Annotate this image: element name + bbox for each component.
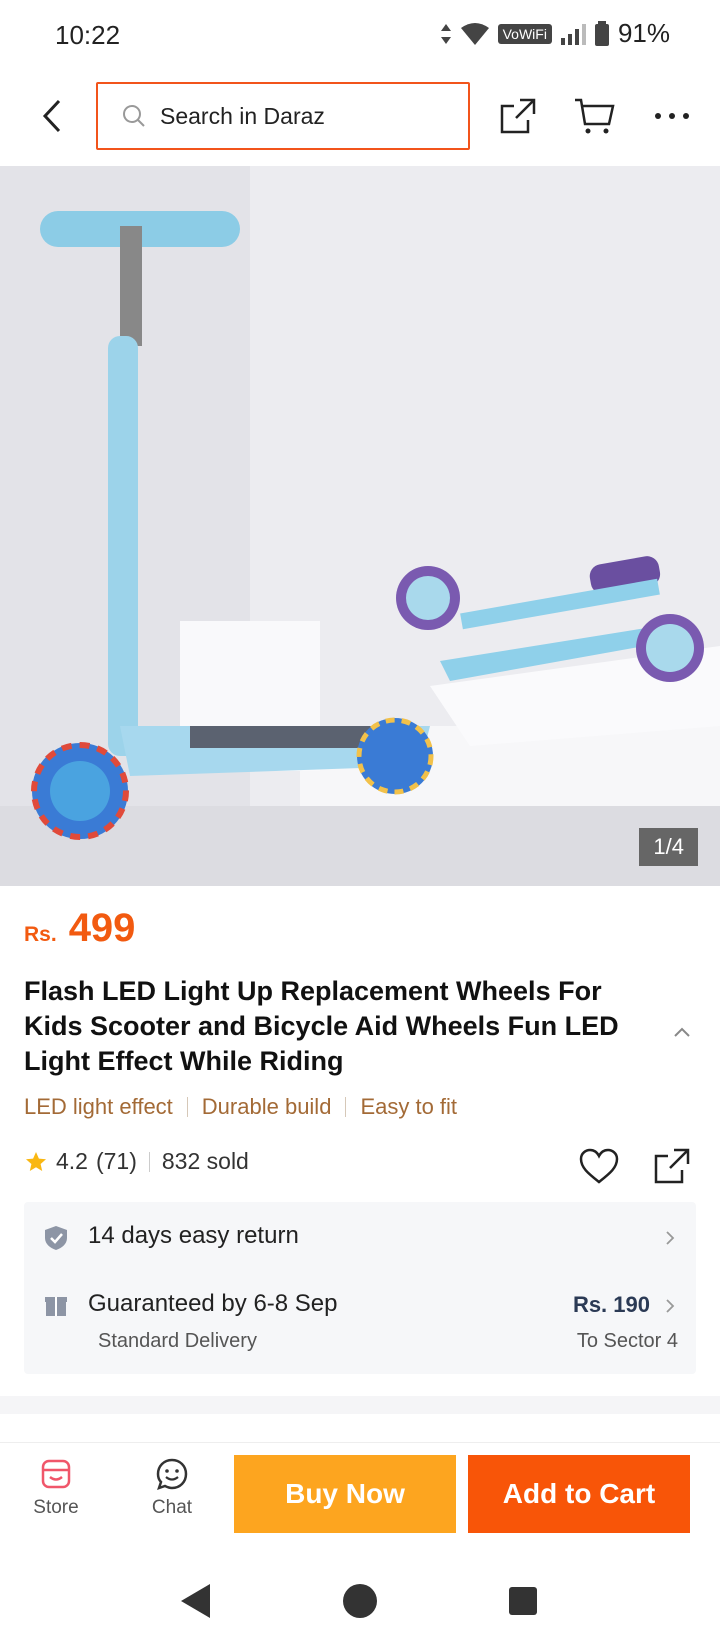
image-counter: 1/4: [639, 828, 698, 866]
share-icon: [654, 1148, 690, 1184]
share-button[interactable]: [494, 92, 542, 140]
vowifi-badge: VoWiFi: [497, 23, 552, 44]
scooter-illustration: [0, 166, 720, 886]
return-policy-row[interactable]: 14 days easy return: [24, 1202, 696, 1272]
top-nav: Search in Daraz: [0, 80, 720, 160]
more-button[interactable]: [648, 92, 696, 140]
search-input[interactable]: Search in Daraz: [96, 82, 470, 150]
chevron-right-icon: [666, 1231, 675, 1245]
wishlist-button[interactable]: [575, 1142, 623, 1190]
signal-icon: [560, 23, 586, 45]
delivery-box-icon: [45, 1297, 67, 1316]
service-card: 14 days easy return Guaranteed by 6-8 Se…: [24, 1202, 696, 1374]
cart-button[interactable]: [570, 92, 618, 140]
data-arrows-icon: [440, 23, 451, 44]
divider: [148, 1151, 150, 1172]
circle-home-icon: [343, 1584, 377, 1618]
delivery-guarantee: Guaranteed by 6-8 Sep: [88, 1290, 338, 1317]
back-button[interactable]: [28, 92, 76, 140]
divider: [345, 1097, 347, 1117]
battery-icon: [594, 20, 609, 46]
search-icon: [123, 105, 145, 127]
section-divider: [0, 1396, 720, 1414]
sold-count: 832 sold: [161, 1148, 249, 1174]
star-icon: [26, 1151, 46, 1171]
triangle-back-icon: [181, 1584, 210, 1618]
back-arrow-icon: [42, 99, 61, 133]
feature-tag: Easy to fit: [360, 1094, 458, 1119]
price-currency: Rs.: [24, 923, 57, 946]
chevron-right-icon: [666, 1299, 675, 1313]
delivery-type: Standard Delivery: [98, 1330, 257, 1352]
heart-icon: [579, 1148, 619, 1184]
status-time: 10:22: [55, 20, 121, 50]
divider: [186, 1097, 188, 1117]
feature-tag: LED light effect: [24, 1094, 173, 1119]
system-back-button[interactable]: [170, 1576, 220, 1626]
price: Rs. 499: [24, 906, 135, 951]
buy-now-button[interactable]: Buy Now: [234, 1455, 456, 1533]
chat-icon: [156, 1458, 188, 1490]
system-nav-bar: [0, 1562, 720, 1640]
store-button[interactable]: Store: [16, 1457, 96, 1537]
delivery-price: Rs. 190: [572, 1292, 650, 1317]
share-product-button[interactable]: [648, 1142, 696, 1190]
rating-count: (71): [95, 1148, 137, 1174]
system-home-button[interactable]: [335, 1576, 385, 1626]
rating-row[interactable]: 4.2 (71) 832 sold: [24, 1148, 249, 1175]
bottom-action-bar: Store Chat Buy Now Add to Cart: [0, 1442, 720, 1562]
system-recents-button[interactable]: [498, 1576, 548, 1626]
product-title: Flash LED Light Up Replacement Wheels Fo…: [24, 976, 619, 1076]
share-icon: [500, 98, 536, 134]
add-to-cart-button[interactable]: Add to Cart: [468, 1455, 690, 1533]
search-placeholder: Search in Daraz: [160, 102, 325, 129]
status-bar: 10:22 VoWiFi 91%: [0, 0, 720, 72]
battery-percent: 91%: [617, 18, 670, 48]
store-label: Store: [33, 1497, 79, 1518]
status-icons: VoWiFi 91%: [440, 18, 670, 49]
delivery-destination: To Sector 4: [576, 1330, 678, 1352]
square-recents-icon: [509, 1587, 537, 1615]
price-value: 499: [68, 906, 136, 950]
return-text: 14 days easy return: [88, 1222, 299, 1249]
chat-label: Chat: [151, 1497, 193, 1518]
feature-tags: LED light effect Durable build Easy to f…: [24, 1094, 457, 1120]
more-dots-icon: [655, 113, 689, 119]
cart-icon: [575, 98, 615, 134]
product-image[interactable]: 1/4: [0, 166, 720, 886]
chat-button[interactable]: Chat: [132, 1457, 212, 1537]
wifi-icon: [460, 22, 489, 45]
store-icon: [41, 1459, 71, 1489]
rating-value: 4.2: [56, 1148, 88, 1174]
feature-tag: Durable build: [201, 1094, 332, 1119]
delivery-row[interactable]: Guaranteed by 6-8 Sep Standard Delivery …: [24, 1272, 696, 1374]
chevron-up-icon[interactable]: [670, 1020, 694, 1044]
shield-check-icon: [45, 1226, 67, 1250]
